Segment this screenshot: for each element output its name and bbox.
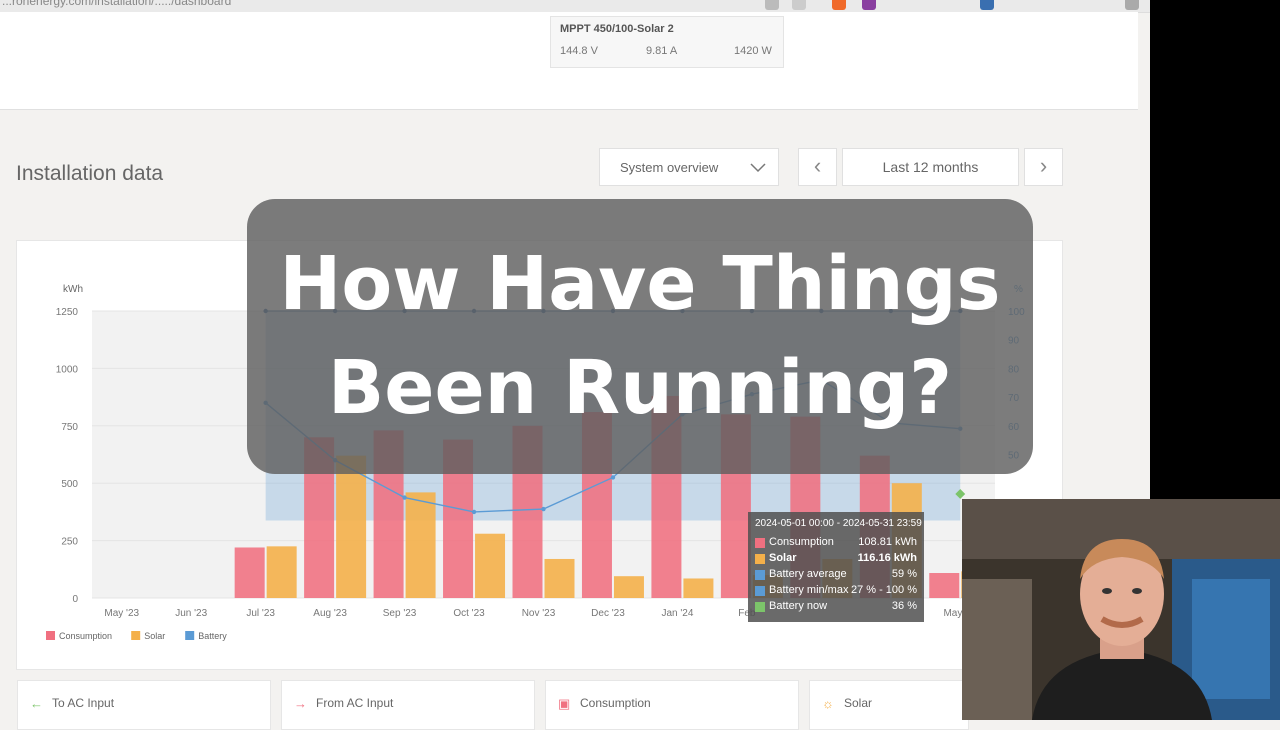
webcam-video [962, 499, 1280, 720]
tooltip-swatch [755, 586, 765, 596]
card-label: Solar [844, 696, 873, 710]
tooltip-title: 2024-05-01 00:00 - 2024-05-31 23:59 [755, 518, 922, 529]
legend-label: Battery [198, 631, 227, 641]
tooltip-value: 59 % [891, 568, 917, 580]
tooltip-label: Battery average [769, 568, 847, 580]
tooltip-swatch [755, 570, 765, 580]
legend-label: Consumption [59, 631, 112, 641]
x-tick-label: Sep '23 [383, 608, 417, 619]
tooltip-label: Solar [769, 552, 797, 564]
tooltip-row: Consumption 108.81 kWh [755, 536, 917, 552]
tooltip-label: Battery now [769, 600, 828, 612]
tooltip-row: Battery now 36 % [755, 600, 917, 616]
y-tick-label: 500 [61, 479, 78, 490]
card-solar[interactable]: ☼ Solar [809, 680, 969, 730]
solar-bar [336, 455, 367, 598]
battery-average-point [471, 509, 477, 515]
x-tick-label: Jul '23 [246, 608, 275, 619]
legend-label: Solar [144, 631, 165, 641]
legend-swatch [46, 631, 55, 640]
tooltip-value: 116.16 kWh [857, 552, 917, 564]
tooltip-label: Battery min/max [769, 584, 849, 596]
arrow-right-icon: → [294, 696, 307, 711]
card-label: From AC Input [316, 696, 394, 710]
tooltip-row: Battery min/max 27 % - 100 % [755, 584, 917, 600]
solar-bar [544, 558, 575, 598]
x-tick-label: May '23 [104, 608, 139, 619]
solar-bar [613, 576, 644, 598]
x-tick-label: Dec '23 [591, 608, 625, 619]
overlay-title: How Have Things Been Running? [247, 232, 1033, 440]
x-tick-label: Jan '24 [661, 608, 693, 619]
tooltip-value: 108.81 kWh [858, 536, 917, 548]
sun-icon: ☼ [822, 696, 834, 711]
consumption-icon: ▣ [558, 696, 571, 711]
x-tick-label: Nov '23 [522, 608, 556, 619]
overlay-line-2: Been Running? [327, 345, 953, 431]
card-from-ac-input[interactable]: → From AC Input [281, 680, 535, 730]
card-to-ac-input[interactable]: ← To AC Input [17, 680, 271, 730]
tooltip-value: 27 % - 100 % [850, 584, 917, 596]
overlay-line-1: How Have Things [279, 241, 1001, 327]
x-tick-label: Oct '23 [453, 608, 485, 619]
solar-bar [683, 578, 714, 598]
y-tick-label: 250 [61, 537, 78, 548]
x-tick-label: Jun '23 [175, 608, 207, 619]
battery-average-point [402, 495, 407, 500]
battery-average-point [610, 475, 616, 480]
battery-average-point [541, 506, 546, 512]
y-tick-label: 0 [72, 594, 78, 605]
solar-bar [266, 546, 297, 598]
left-axis-label: kWh [63, 284, 83, 295]
legend-swatch [131, 631, 141, 640]
card-label: Consumption [580, 696, 651, 710]
y-tick-label: 1000 [56, 364, 79, 375]
consumption-bar [929, 573, 960, 598]
solar-bar [405, 492, 436, 598]
x-tick-label: Aug '23 [313, 608, 347, 619]
tooltip-value: 36 % [891, 600, 917, 612]
solar-bar [475, 533, 506, 598]
chart-tooltip: 2024-05-01 00:00 - 2024-05-31 23:59 Cons… [748, 512, 924, 622]
y-tick-label: 1250 [56, 307, 79, 318]
card-consumption[interactable]: ▣ Consumption [545, 680, 799, 730]
presenter-image [962, 499, 1280, 720]
tooltip-row: Solar 116.16 kWh [755, 552, 917, 568]
consumption-bar [234, 547, 265, 598]
card-label: To AC Input [52, 696, 115, 710]
tooltip-swatch [755, 538, 765, 548]
tooltip-swatch [755, 554, 765, 564]
tooltip-label: Consumption [769, 536, 834, 548]
y-tick-label: 750 [61, 422, 78, 433]
legend-swatch [185, 631, 195, 640]
tooltip-swatch [755, 602, 765, 612]
tooltip-row: Battery average 59 % [755, 568, 917, 584]
arrow-left-icon: ← [30, 696, 43, 711]
